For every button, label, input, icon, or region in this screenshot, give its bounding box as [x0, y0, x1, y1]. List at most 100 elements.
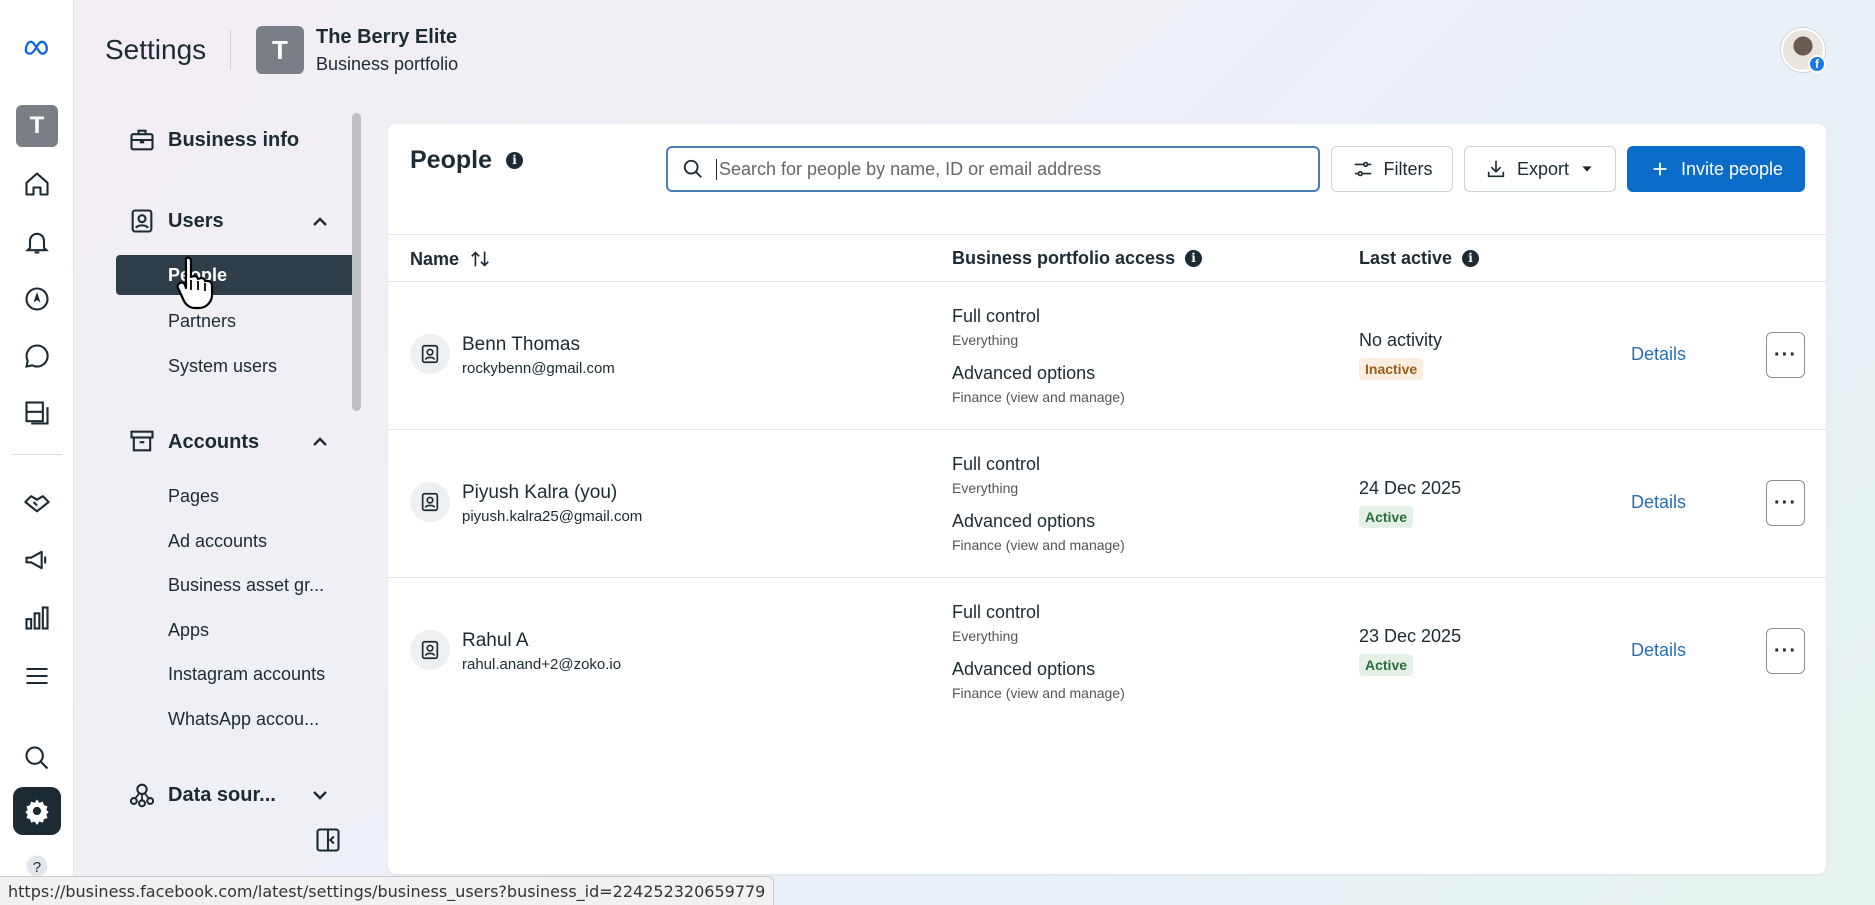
bell-icon[interactable]: [13, 218, 61, 266]
info-icon[interactable]: i: [505, 152, 523, 169]
table-row[interactable]: Rahul A rahul.anand+2@zoko.io Full contr…: [388, 578, 1826, 726]
handshake-icon[interactable]: [13, 478, 61, 526]
user-badge-icon: [410, 334, 450, 374]
icon-rail: T ?: [0, 0, 74, 905]
column-access-label: Business portfolio access: [952, 248, 1176, 268]
last-active-value: No activity: [1359, 330, 1443, 350]
sidebar-item-instagram-accounts[interactable]: Instagram accounts: [168, 664, 325, 685]
details-link[interactable]: Details: [1631, 492, 1686, 513]
more-options-button[interactable]: ···: [1766, 480, 1805, 526]
pages-icon[interactable]: [13, 389, 61, 437]
menu-icon[interactable]: [13, 652, 61, 700]
details-link[interactable]: Details: [1631, 640, 1686, 661]
portfolio-name[interactable]: The Berry Elite: [316, 26, 457, 49]
column-last-active-label: Last active: [1359, 248, 1453, 268]
bar-chart-icon[interactable]: [13, 594, 61, 642]
collapse-sidebar-icon[interactable]: [314, 826, 342, 854]
sidebar-item-business-asset-groups[interactable]: Business asset gr...: [168, 575, 324, 596]
search-icon[interactable]: [13, 734, 61, 782]
sidebar-item-people[interactable]: People: [116, 255, 352, 295]
user-name: Benn Thomas: [462, 334, 580, 355]
chevron-down-icon[interactable]: [310, 785, 330, 805]
invite-label: Invite people: [1680, 158, 1784, 179]
sort-icon[interactable]: [469, 248, 491, 270]
section-title: People i: [410, 146, 523, 175]
more-options-button[interactable]: ···: [1766, 332, 1805, 378]
sidebar-item-partners[interactable]: Partners: [168, 311, 236, 332]
more-options-button[interactable]: ···: [1766, 628, 1805, 674]
access-level-detail: Everything: [952, 628, 1019, 644]
sidebar-scrollbar[interactable]: [352, 113, 361, 411]
invite-people-button[interactable]: Invite people: [1627, 146, 1805, 192]
access-level-detail: Finance (view and manage): [952, 389, 1125, 405]
table-row[interactable]: Benn Thomas rockybenn@gmail.com Full con…: [388, 282, 1826, 430]
filters-button[interactable]: Filters: [1331, 146, 1453, 192]
access-level: Advanced options: [952, 511, 1096, 531]
sidebar-item-business-info[interactable]: Business info: [168, 129, 299, 152]
account-avatar[interactable]: T: [16, 105, 58, 147]
user-badge-icon: [410, 482, 450, 522]
column-name[interactable]: Name: [410, 248, 491, 270]
briefcase-icon: [128, 126, 156, 154]
people-heading: People: [410, 146, 492, 174]
details-link[interactable]: Details: [1631, 344, 1686, 365]
sidebar-item-ad-accounts[interactable]: Ad accounts: [168, 531, 267, 552]
search-icon: [683, 159, 702, 178]
chat-icon[interactable]: [13, 332, 61, 380]
status-bar-url: https://business.facebook.com/latest/set…: [0, 876, 775, 905]
filters-label: Filters: [1383, 158, 1433, 179]
sidebar-group-users[interactable]: Users: [168, 210, 224, 233]
column-last-active: Last active i: [1359, 248, 1480, 269]
meta-logo-icon[interactable]: [13, 22, 61, 70]
last-active-value: 24 Dec 2025: [1359, 478, 1462, 498]
sidebar-item-apps[interactable]: Apps: [168, 620, 209, 641]
caret-down-icon: [1582, 166, 1592, 172]
portfolio-subtitle: Business portfolio: [316, 54, 459, 74]
gear-icon[interactable]: [13, 787, 61, 835]
page-title: Settings: [105, 34, 207, 65]
last-active-value: 23 Dec 2025: [1359, 626, 1462, 646]
sidebar-item-pages[interactable]: Pages: [168, 486, 219, 507]
column-name-label: Name: [410, 248, 460, 269]
access-level: Advanced options: [952, 659, 1096, 679]
settings-sidebar: Business info Users People Partners Syst…: [74, 100, 364, 880]
sidebar-item-system-users[interactable]: System users: [168, 356, 277, 377]
compass-icon[interactable]: [13, 275, 61, 323]
access-level-detail: Finance (view and manage): [952, 685, 1125, 701]
profile-avatar[interactable]: f: [1781, 28, 1826, 73]
access-level: Advanced options: [952, 363, 1096, 383]
plus-icon: [1653, 162, 1667, 176]
info-icon[interactable]: i: [1462, 250, 1480, 267]
sidebar-group-data-sources[interactable]: Data sour...: [168, 784, 276, 807]
megaphone-icon[interactable]: [13, 536, 61, 584]
facebook-badge-icon: f: [1808, 55, 1826, 73]
user-name: Piyush Kalra (you): [462, 482, 618, 503]
home-icon[interactable]: [13, 160, 61, 208]
info-icon[interactable]: i: [1185, 250, 1203, 267]
chevron-up-icon[interactable]: [310, 212, 330, 232]
search-box[interactable]: [666, 146, 1320, 192]
table-header: Name Business portfolio access i Last ac…: [388, 234, 1826, 282]
archive-icon: [128, 427, 156, 455]
hand-cursor-icon: [172, 254, 216, 310]
access-level: Full control: [952, 306, 1041, 326]
column-access: Business portfolio access i: [952, 248, 1203, 269]
download-icon: [1487, 160, 1505, 178]
rail-divider: [12, 454, 62, 455]
export-button[interactable]: Export: [1464, 146, 1616, 192]
access-level: Full control: [952, 454, 1041, 474]
search-input[interactable]: [716, 158, 1296, 180]
user-badge-icon: [410, 630, 450, 670]
sidebar-group-accounts[interactable]: Accounts: [168, 431, 259, 454]
user-badge-icon: [128, 207, 156, 235]
portfolio-avatar[interactable]: T: [256, 26, 304, 74]
table-row[interactable]: Piyush Kalra (you) piyush.kalra25@gmail.…: [388, 430, 1826, 578]
sliders-icon: [1354, 161, 1371, 177]
svg-text:?: ?: [33, 859, 41, 876]
access-level: Full control: [952, 602, 1041, 622]
people-panel: People i Filters Export Invite people Na…: [388, 124, 1826, 874]
access-level-detail: Finance (view and manage): [952, 537, 1125, 553]
access-level-detail: Everything: [952, 332, 1019, 348]
sidebar-item-whatsapp-accounts[interactable]: WhatsApp accou...: [168, 709, 319, 730]
chevron-up-icon[interactable]: [310, 432, 330, 452]
